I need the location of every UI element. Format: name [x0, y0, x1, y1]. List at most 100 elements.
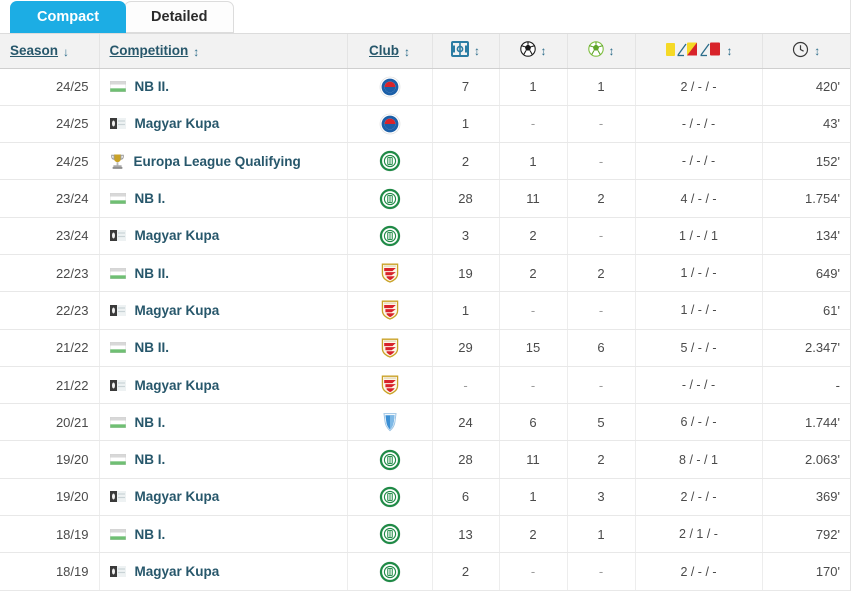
column-header-cards[interactable]: ↕ — [635, 34, 763, 69]
table-row[interactable]: 21/22 NB II. 29 15 6 5 / - / - 2.347' — [0, 329, 850, 367]
cell-minutes: 170' — [762, 552, 850, 591]
cell-assists: - — [567, 217, 636, 255]
cell-club[interactable] — [347, 291, 433, 330]
cell-goals: - — [499, 366, 568, 405]
cell-club[interactable] — [347, 105, 433, 144]
cell-season: 18/19 — [0, 515, 100, 554]
sort-updown-icon[interactable]: ↕ — [474, 44, 480, 58]
table-row[interactable]: 24/25 Magyar Kupa 1 - - - / - / - 43' — [0, 105, 850, 144]
goals-value: 15 — [525, 340, 541, 356]
competition-link[interactable]: NB II. — [135, 340, 170, 355]
cell-appearances[interactable]: 3 — [432, 217, 500, 255]
season-header-label[interactable]: Season — [10, 43, 58, 58]
cell-club[interactable] — [347, 142, 433, 181]
competition-header-label[interactable]: Competition — [110, 43, 189, 58]
sort-desc-icon[interactable]: ↓ — [63, 45, 69, 59]
cell-club[interactable] — [347, 329, 433, 367]
cell-club[interactable] — [347, 515, 433, 554]
sort-updown-icon[interactable]: ↕ — [193, 45, 199, 59]
tab-compact[interactable]: Compact — [10, 1, 127, 33]
competition-link[interactable]: Magyar Kupa — [135, 303, 220, 318]
competition-link[interactable]: NB I. — [135, 191, 166, 206]
table-row[interactable]: 22/23 NB II. 19 2 2 1 / - / - 649' — [0, 254, 850, 293]
table-row[interactable]: 24/25 NB II. 7 1 1 2 / - / - 420' — [0, 68, 850, 106]
table-row[interactable]: 18/19 NB I. 13 2 1 2 / 1 / - 792' — [0, 515, 850, 554]
view-mode-tabs: Compact Detailed — [0, 0, 860, 34]
yellow-card-icon — [665, 42, 676, 60]
table-row[interactable]: 18/19 Magyar Kupa 2 - - 2 / - / - 170' — [0, 552, 850, 591]
table-row[interactable]: 20/21 NB I. 24 6 5 6 / - / - 1.744' — [0, 403, 850, 442]
table-row[interactable]: 22/23 Magyar Kupa 1 - - 1 / - / - 61' — [0, 291, 850, 330]
hungary-flag-icon — [109, 528, 126, 540]
competition-link[interactable]: Magyar Kupa — [135, 489, 220, 504]
cell-minutes: 420' — [762, 68, 850, 106]
column-header-appearances[interactable]: ↕ — [432, 34, 500, 69]
cell-club[interactable] — [347, 254, 433, 293]
goals-value: 6 — [529, 414, 537, 430]
club-header-label[interactable]: Club — [369, 43, 399, 58]
column-header-season[interactable]: Season ↓ — [0, 34, 100, 69]
column-header-goals[interactable]: ↕ — [499, 34, 568, 69]
football-icon — [519, 41, 536, 60]
cell-appearances[interactable]: 1 — [432, 105, 500, 144]
cell-club[interactable] — [347, 217, 433, 255]
tab-detailed[interactable]: Detailed — [124, 1, 235, 33]
cell-club[interactable] — [347, 179, 433, 218]
table-row[interactable]: 19/20 NB I. 28 11 2 8 / - / 1 2.063' — [0, 440, 850, 479]
column-header-competition[interactable]: Competition ↕ — [99, 34, 348, 69]
competition-link[interactable]: NB I. — [135, 527, 166, 542]
cell-club[interactable] — [347, 68, 433, 106]
cell-appearances[interactable]: 28 — [432, 440, 500, 479]
sort-updown-icon[interactable]: ↕ — [404, 45, 410, 59]
competition-link[interactable]: NB II. — [135, 266, 170, 281]
cell-club[interactable] — [347, 403, 433, 442]
cell-appearances[interactable]: 2 — [432, 142, 500, 181]
column-header-assists[interactable]: ↕ — [567, 34, 636, 69]
table-row[interactable]: 19/20 Magyar Kupa 6 1 3 2 / - / - 369' — [0, 478, 850, 517]
cell-appearances[interactable]: 6 — [432, 478, 500, 517]
cell-season: 21/22 — [0, 329, 100, 367]
competition-link[interactable]: NB I. — [135, 415, 166, 430]
cell-cards: 6 / - / - — [635, 403, 763, 442]
competition-link[interactable]: Magyar Kupa — [135, 228, 220, 243]
competition-link[interactable]: Magyar Kupa — [135, 564, 220, 579]
cell-appearances[interactable]: 2 — [432, 552, 500, 591]
competition-link[interactable]: Europa League Qualifying — [134, 154, 301, 169]
column-header-club[interactable]: Club ↕ — [347, 34, 433, 69]
cell-appearances[interactable]: 24 — [432, 403, 500, 442]
cell-appearances[interactable]: 29 — [432, 329, 500, 367]
sort-updown-icon[interactable]: ↕ — [727, 44, 733, 58]
sort-updown-icon[interactable]: ↕ — [541, 44, 547, 58]
cell-assists: 1 — [567, 515, 636, 554]
cell-club[interactable] — [347, 366, 433, 405]
competition-link[interactable]: Magyar Kupa — [135, 378, 220, 393]
cell-season: 19/20 — [0, 478, 100, 517]
competition-link[interactable]: NB I. — [135, 452, 166, 467]
cell-appearances: - — [432, 366, 500, 405]
column-header-minutes[interactable]: ↕ — [762, 34, 850, 69]
table-row[interactable]: 21/22 Magyar Kupa - - - - / - / - - — [0, 366, 850, 405]
club-green-circle — [379, 150, 400, 172]
cell-club[interactable] — [347, 478, 433, 517]
cell-goals: 2 — [499, 217, 568, 255]
cell-cards: - / - / - — [635, 105, 763, 144]
cell-appearances[interactable]: 19 — [432, 254, 500, 293]
table-row[interactable]: 23/24 Magyar Kupa 3 2 - 1 / - / 1 134' — [0, 217, 850, 255]
competition-link[interactable]: NB II. — [135, 79, 170, 94]
competition-link[interactable]: Magyar Kupa — [135, 116, 220, 131]
cards-value: 1 / - / - — [680, 266, 717, 281]
cell-club[interactable] — [347, 440, 433, 479]
cell-appearances[interactable]: 28 — [432, 179, 500, 218]
table-row[interactable]: 24/25 Europa League Qualifying 2 1 - - / - / … — [0, 142, 850, 181]
cell-cards: - / - / - — [635, 142, 763, 181]
cell-competition: Magyar Kupa — [99, 478, 348, 517]
appearances-value: - — [463, 377, 468, 393]
cell-appearances[interactable]: 13 — [432, 515, 500, 554]
sort-updown-icon[interactable]: ↕ — [609, 44, 615, 58]
cell-appearances[interactable]: 7 — [432, 68, 500, 106]
cell-club[interactable] — [347, 552, 433, 591]
cell-goals: 6 — [499, 403, 568, 442]
cell-appearances[interactable]: 1 — [432, 291, 500, 330]
sort-updown-icon[interactable]: ↕ — [814, 44, 820, 58]
table-row[interactable]: 23/24 NB I. 28 11 2 4 / - / - 1.754' — [0, 179, 850, 218]
